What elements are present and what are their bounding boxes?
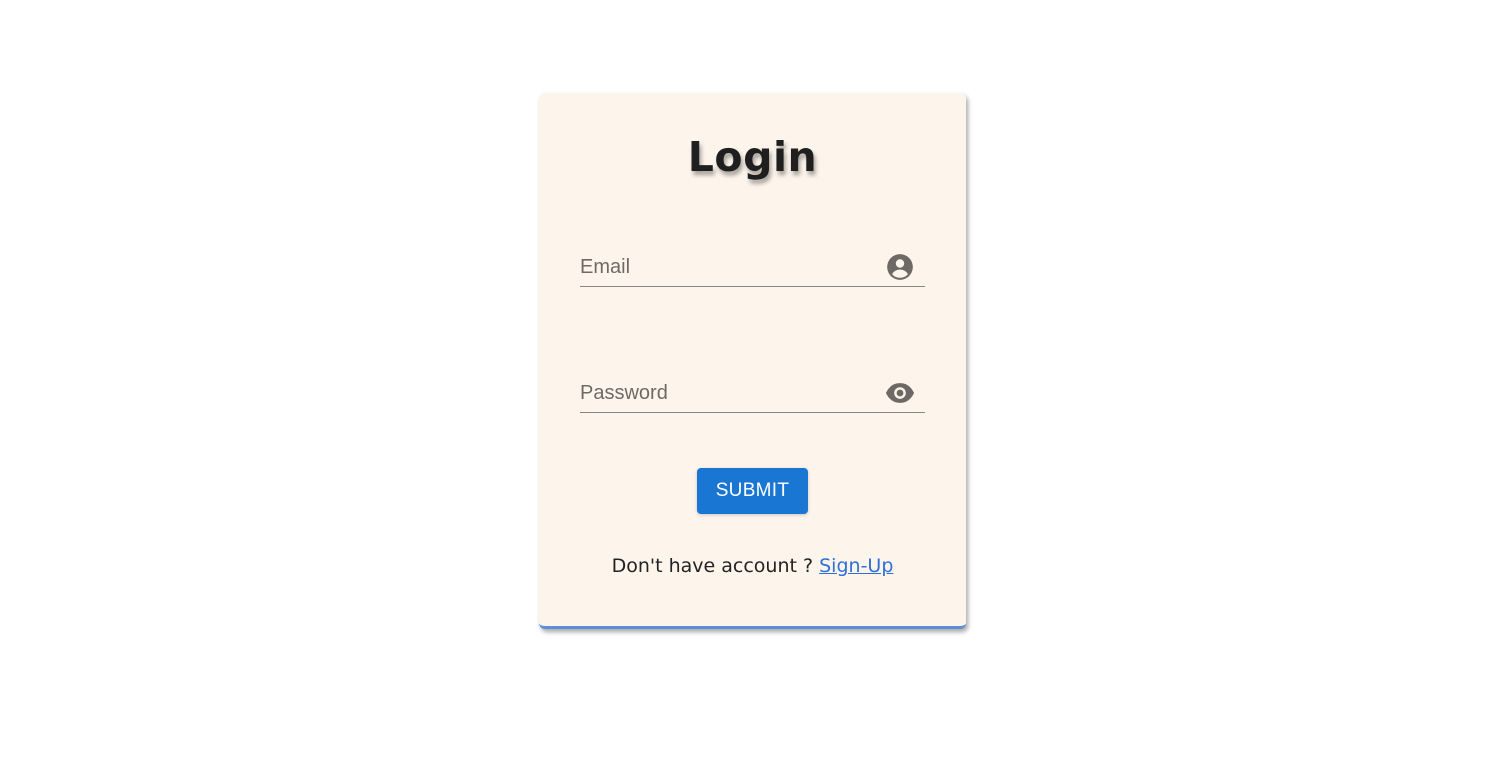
password-field-container xyxy=(580,373,925,413)
signup-row: Don't have account ? Sign-Up xyxy=(539,555,966,577)
email-field-container xyxy=(580,247,925,287)
login-title: Login xyxy=(687,133,818,181)
password-input[interactable] xyxy=(580,379,870,407)
signup-link[interactable]: Sign-Up xyxy=(819,555,893,577)
eye-icon[interactable] xyxy=(885,379,915,407)
submit-button[interactable]: SUBMIT xyxy=(697,468,808,514)
account-circle-icon xyxy=(885,253,915,281)
signup-prompt: Don't have account ? xyxy=(611,555,820,577)
login-card: Login SUBMIT Don't have account ? Sign-U… xyxy=(539,93,966,629)
email-input[interactable] xyxy=(580,253,870,281)
